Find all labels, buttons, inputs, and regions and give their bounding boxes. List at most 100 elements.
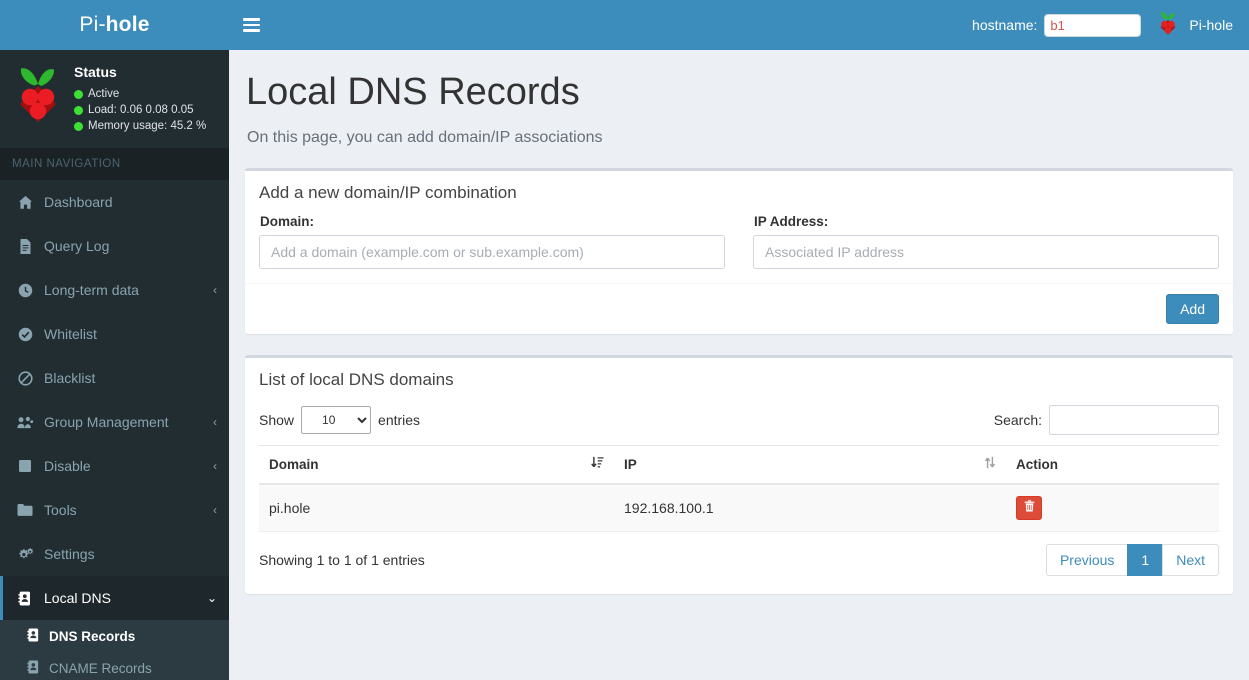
cell-ip: 192.168.100.1 <box>614 483 1006 532</box>
table-header-row: Domain IP Action <box>259 444 1219 485</box>
sort-desc-icon <box>591 456 604 472</box>
hostname-label: hostname: <box>972 17 1038 33</box>
ban-icon <box>16 370 34 386</box>
status-dot-icon <box>74 105 83 115</box>
table-info: Showing 1 to 1 of 1 entries <box>259 551 425 568</box>
column-header-domain[interactable]: Domain <box>259 444 614 485</box>
hostname-input[interactable] <box>1044 13 1142 37</box>
sidebar-item-label: Disable <box>44 458 91 474</box>
user-menu[interactable]: Pi-hole <box>1155 10 1235 41</box>
ip-address-label: IP Address: <box>754 213 829 229</box>
ip-address-input[interactable] <box>753 234 1219 269</box>
table-row: pi.hole 192.168.100.1 <box>259 483 1219 532</box>
dns-list-box: List of local DNS domains Show 10 25 50 … <box>245 354 1233 594</box>
add-domain-box-footer: Add <box>245 282 1233 334</box>
dns-list-box-header: List of local DNS domains <box>259 369 454 389</box>
square-icon <box>16 459 34 473</box>
column-header-action: Action <box>1006 444 1219 485</box>
pihole-logo-icon <box>1155 10 1181 41</box>
user-label: Pi-hole <box>1189 17 1233 33</box>
brand-suffix: hole <box>105 13 150 36</box>
caret-icon: ⌄ <box>206 591 217 605</box>
sidebar-subitem-label: CNAME Records <box>49 660 152 676</box>
status-line-text: Memory usage: 45.2 % <box>88 120 207 132</box>
sidebar-subitem-dns-records[interactable]: DNS Records <box>0 620 229 652</box>
top-navbar: Pi-hole hostname: b1 Pi-hole <box>0 0 1249 50</box>
sidebar-item-label: Long-term data <box>44 282 139 298</box>
add-domain-form: Domain: IP Address: <box>259 214 1219 273</box>
file-icon <box>16 238 34 254</box>
table-body: pi.hole 192.168.100.1 <box>259 483 1219 532</box>
navbar: hostname: Pi-hole <box>229 0 1249 50</box>
entries-label: entries <box>378 411 421 428</box>
sidebar-item-query-log[interactable]: Query Log <box>0 224 229 268</box>
sidebar-item-label: Settings <box>44 546 95 562</box>
home-icon <box>16 195 34 210</box>
sidebar-item-group-management[interactable]: Group Management ‹ <box>0 400 229 444</box>
page-length-select[interactable]: 10 25 50 100 All <box>301 405 372 434</box>
raspberry-logo-icon <box>12 62 64 126</box>
users-icon <box>16 415 34 430</box>
show-label: Show <box>259 411 295 428</box>
sidebar-item-whitelist[interactable]: Whitelist <box>0 312 229 356</box>
sidebar-subitem-cname-records[interactable]: CNAME Records <box>0 652 229 680</box>
pagination-page-1[interactable]: 1 <box>1127 543 1164 576</box>
search-group: Search: <box>994 404 1219 435</box>
sidebar-item-dashboard[interactable]: Dashboard <box>0 180 229 224</box>
address-book-icon <box>16 591 34 606</box>
dns-records-table: Domain IP Action pi.hole 192.168.100.1 <box>259 444 1219 532</box>
sidebar-status-panel: Status Active Load: 0.06 0.08 0.05 Memor… <box>0 50 229 148</box>
column-header-label: Domain <box>269 456 319 472</box>
main-content: Local DNS Records On this page, you can … <box>229 50 1249 680</box>
status-line: Active <box>74 86 206 102</box>
caret-icon: ‹ <box>213 459 217 473</box>
column-header-label: IP <box>624 456 637 472</box>
caret-icon: ‹ <box>213 415 217 429</box>
column-header-label: Action <box>1016 456 1058 472</box>
status-dot-icon <box>74 89 83 99</box>
sidebar-item-label: Blacklist <box>44 370 96 386</box>
trash-icon <box>1024 500 1035 515</box>
add-button[interactable]: Add <box>1166 293 1219 324</box>
sidebar-item-settings[interactable]: Settings <box>0 532 229 576</box>
add-domain-box-body: Domain: IP Address: <box>245 214 1233 283</box>
hostname-group: hostname: <box>972 13 1142 37</box>
sidebar-section-header: MAIN NAVIGATION <box>0 148 229 180</box>
caret-icon: ‹ <box>213 283 217 297</box>
cell-domain: pi.hole <box>259 483 614 532</box>
sidebar-item-disable[interactable]: Disable ‹ <box>0 444 229 488</box>
domain-input[interactable] <box>259 234 725 269</box>
sort-both-icon <box>984 456 996 472</box>
brand-logo[interactable]: Pi-hole <box>0 0 229 50</box>
caret-icon: ‹ <box>213 503 217 517</box>
status-title: Status <box>74 64 117 80</box>
status-info: Status Active Load: 0.06 0.08 0.05 Memor… <box>74 62 206 134</box>
status-line: Load: 0.06 0.08 0.05 <box>74 102 206 118</box>
sidebar-submenu-local-dns: DNS Records CNAME Records <box>0 620 229 680</box>
status-line-text: Active <box>88 88 120 100</box>
sidebar-subitem-label: DNS Records <box>49 628 136 644</box>
brand-prefix: Pi- <box>79 13 106 36</box>
pagination-previous[interactable]: Previous <box>1045 543 1129 576</box>
status-line-text: Load: 0.06 0.08 0.05 <box>88 104 194 116</box>
delete-button[interactable] <box>1016 495 1042 520</box>
status-line: Memory usage: 45.2 % <box>74 118 206 134</box>
page-subtitle: On this page, you can add domain/IP asso… <box>247 128 603 146</box>
clock-icon <box>16 283 34 298</box>
sidebar-item-long-term-data[interactable]: Long-term data ‹ <box>0 268 229 312</box>
address-book-icon <box>27 628 40 645</box>
ip-field-group: IP Address: <box>753 214 1219 269</box>
pagination-next[interactable]: Next <box>1162 543 1219 576</box>
sidebar-item-local-dns[interactable]: Local DNS ⌄ <box>0 576 229 620</box>
search-input[interactable] <box>1049 404 1219 435</box>
sidebar-item-blacklist[interactable]: Blacklist <box>0 356 229 400</box>
sidebar-item-tools[interactable]: Tools ‹ <box>0 488 229 532</box>
page-length-group: Show 10 25 50 100 All entries <box>259 405 421 434</box>
hamburger-icon[interactable] <box>229 0 273 50</box>
dns-list-box-body: Show 10 25 50 100 All entries Search: <box>245 401 1233 594</box>
column-header-ip[interactable]: IP <box>614 444 1006 485</box>
pagination: Previous 1 Next <box>1045 543 1219 576</box>
sidebar-item-label: Whitelist <box>44 326 97 342</box>
table-head: Domain IP Action <box>259 444 1219 485</box>
sidebar-item-label: Query Log <box>44 238 110 254</box>
